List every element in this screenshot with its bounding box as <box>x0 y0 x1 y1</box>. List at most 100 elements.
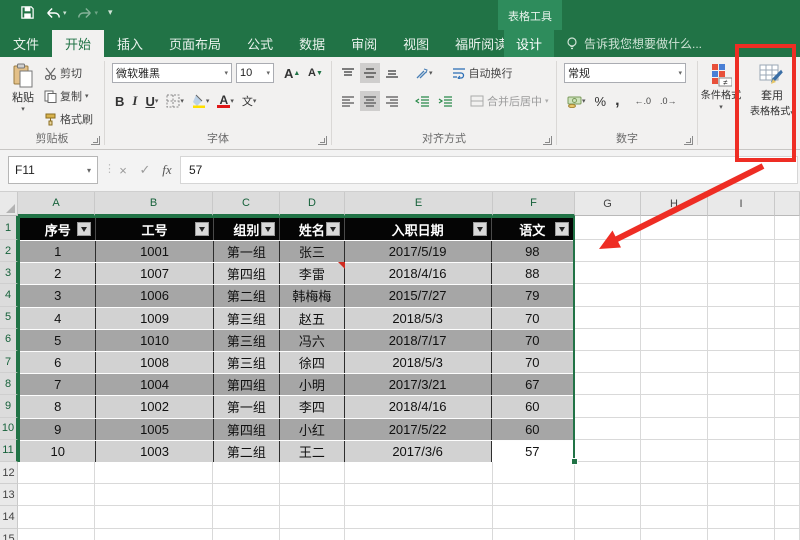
table-cell[interactable]: 3 <box>20 285 96 306</box>
number-dialog-launcher[interactable] <box>684 136 693 145</box>
table-cell[interactable]: 第四组 <box>214 374 281 395</box>
table-header-cell-工号[interactable]: 工号 <box>96 218 213 240</box>
table-cell[interactable]: 7 <box>20 374 96 395</box>
active-cell-F11[interactable]: 57 <box>492 441 573 462</box>
table-cell[interactable]: 1005 <box>96 419 213 440</box>
table-cell[interactable]: 10 <box>20 441 96 462</box>
table-cell[interactable]: 88 <box>492 263 573 284</box>
row-header-15[interactable]: 15 <box>0 529 18 540</box>
table-cell[interactable]: 4 <box>20 308 96 329</box>
row-header-12[interactable]: 12 <box>0 462 18 484</box>
clipboard-dialog-launcher[interactable] <box>91 136 100 145</box>
align-top-button[interactable] <box>338 63 358 83</box>
table-cell[interactable]: 79 <box>492 285 573 306</box>
table-cell[interactable]: 1007 <box>96 263 213 284</box>
paste-button[interactable]: 粘贴 ▾ <box>6 63 40 113</box>
table-cell[interactable]: 70 <box>492 308 573 329</box>
align-left-button[interactable] <box>338 91 358 111</box>
table-cell[interactable]: 1003 <box>96 441 213 462</box>
table-cell[interactable]: 第四组 <box>214 263 281 284</box>
increase-font-button[interactable]: A▲ <box>281 63 303 83</box>
table-cell[interactable]: 第二组 <box>214 285 281 306</box>
col-header-D[interactable]: D <box>280 192 345 216</box>
tab-home[interactable]: 开始 <box>52 30 104 57</box>
table-cell[interactable]: 60 <box>492 396 573 417</box>
row-header-10[interactable]: 10 <box>0 418 18 440</box>
filter-dropdown-button[interactable] <box>555 222 569 236</box>
save-icon[interactable] <box>20 5 35 20</box>
filter-dropdown-button[interactable] <box>326 222 340 236</box>
table-cell[interactable]: 2017/5/19 <box>345 241 492 262</box>
redo-dropdown-icon[interactable]: ▾ <box>95 9 99 17</box>
font-size-combobox[interactable]: 10▾ <box>236 63 274 83</box>
table-cell[interactable]: 赵五 <box>280 308 345 329</box>
row-header-13[interactable]: 13 <box>0 484 18 506</box>
table-cell[interactable]: 98 <box>492 241 573 262</box>
table-cell[interactable]: 第一组 <box>214 396 281 417</box>
table-cell[interactable]: 1010 <box>96 330 213 351</box>
insert-function-button[interactable]: fx <box>156 156 178 184</box>
col-header-E[interactable]: E <box>345 192 493 216</box>
merge-center-button[interactable]: 合并后居中 ▾ <box>470 93 549 109</box>
row-header-4[interactable]: 4 <box>0 284 18 306</box>
col-header-H[interactable]: H <box>641 192 708 216</box>
table-cell[interactable]: 第四组 <box>214 419 281 440</box>
table-cell[interactable]: 67 <box>492 374 573 395</box>
row-header-8[interactable]: 8 <box>0 373 18 395</box>
wrap-text-button[interactable]: 自动换行 <box>452 65 513 81</box>
row-header-1[interactable]: 1 <box>0 216 18 240</box>
borders-button[interactable]: ▾ <box>163 91 187 111</box>
table-cell[interactable]: 李四 <box>280 396 345 417</box>
table-header-cell-组别[interactable]: 组别 <box>214 218 281 240</box>
table-cell[interactable]: 李雷 <box>280 263 345 284</box>
table-cell[interactable]: 王二 <box>280 441 345 462</box>
fill-color-button[interactable]: ▾ <box>189 91 213 111</box>
table-cell[interactable]: 1008 <box>96 352 213 373</box>
underline-button[interactable]: U▾ <box>142 91 161 111</box>
alignment-dialog-launcher[interactable] <box>543 136 552 145</box>
number-format-combobox[interactable]: 常规▾ <box>564 63 686 83</box>
col-header-A[interactable]: A <box>18 192 95 216</box>
col-header-B[interactable]: B <box>95 192 213 216</box>
table-cell[interactable]: 70 <box>492 330 573 351</box>
align-center-button[interactable] <box>360 91 380 111</box>
table-cell[interactable]: 2017/3/6 <box>345 441 492 462</box>
row-header-2[interactable]: 2 <box>0 240 18 262</box>
copy-button[interactable]: 复制 ▾ <box>44 88 93 104</box>
font-name-combobox[interactable]: 微软雅黑▾ <box>112 63 232 83</box>
table-cell[interactable]: 6 <box>20 352 96 373</box>
increase-indent-button[interactable] <box>435 91 456 111</box>
tab-page-layout[interactable]: 页面布局 <box>156 30 234 57</box>
tab-review[interactable]: 审阅 <box>338 30 390 57</box>
filter-dropdown-button[interactable] <box>473 222 487 236</box>
row-header-6[interactable]: 6 <box>0 329 18 351</box>
phonetic-guide-button[interactable]: 文▾ <box>239 91 260 111</box>
filter-dropdown-button[interactable] <box>77 222 91 236</box>
name-box[interactable]: F11 ▾ <box>8 156 98 184</box>
table-cell[interactable]: 60 <box>492 419 573 440</box>
col-header-C[interactable]: C <box>213 192 280 216</box>
table-cell[interactable]: 2015/7/27 <box>345 285 492 306</box>
table-cell[interactable]: 第三组 <box>214 330 281 351</box>
col-header-I[interactable]: I <box>708 192 775 216</box>
table-header-cell-入职日期[interactable]: 入职日期 <box>345 218 492 240</box>
table-cell[interactable]: 徐四 <box>280 352 345 373</box>
table-cell[interactable]: 5 <box>20 330 96 351</box>
fill-handle[interactable] <box>571 458 578 465</box>
table-cell[interactable]: 1 <box>20 241 96 262</box>
table-cell[interactable]: 2017/5/22 <box>345 419 492 440</box>
tab-design[interactable]: 设计 <box>504 30 554 57</box>
align-right-button[interactable] <box>382 91 402 111</box>
select-all-corner[interactable] <box>0 192 18 216</box>
table-cell[interactable]: 1004 <box>96 374 213 395</box>
row-header-3[interactable]: 3 <box>0 262 18 284</box>
col-header-edge[interactable] <box>775 192 800 216</box>
bold-button[interactable]: B <box>112 91 127 111</box>
increase-decimal-button[interactable]: ←.0 <box>632 91 655 111</box>
orientation-button[interactable]: ▾ <box>412 63 436 83</box>
tab-insert[interactable]: 插入 <box>104 30 156 57</box>
table-cell[interactable]: 张三 <box>280 241 345 262</box>
cut-button[interactable]: 剪切 <box>44 65 93 81</box>
table-cell[interactable]: 2018/4/16 <box>345 263 492 284</box>
tab-view[interactable]: 视图 <box>390 30 442 57</box>
